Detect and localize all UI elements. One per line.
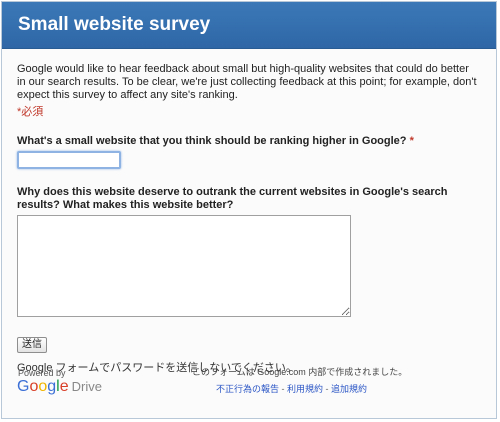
additional-terms-link[interactable]: 追加規約 [331,384,367,394]
logo-letter: g [47,378,57,395]
reason-textarea[interactable] [17,215,351,317]
question-1-label: What's a small website that you think sh… [17,135,407,147]
required-star: * [409,135,414,147]
form-body: Google would like to hear feedback about… [2,49,496,375]
link-separator: - [323,384,332,394]
logo-letter: G [17,378,30,395]
terms-link[interactable]: 利用規約 [287,384,323,394]
logo-letter: o [38,378,48,395]
required-note: *必須 [17,106,44,118]
question-1-title: What's a small website that you think sh… [17,135,480,148]
form-description: Google would like to hear feedback about… [17,63,477,101]
logo-letter: e [59,378,69,395]
report-abuse-link[interactable]: 不正行為の報告 [216,384,279,394]
logo-drive-text: Drive [71,379,102,394]
google-drive-logo[interactable]: Google Drive [17,378,102,396]
question-2-title: Why does this website deserve to outrank… [17,186,448,211]
survey-form-container: Small website survey Google would like t… [1,1,497,419]
footer-links: 不正行為の報告 - 利用規約 - 追加規約 [216,382,367,395]
page-title: Small website survey [2,2,496,49]
submit-button[interactable]: 送信 [17,337,47,353]
link-separator: - [279,384,288,394]
website-input[interactable] [17,151,121,169]
footer: Powered by Google Drive このフォームは Google.co… [2,367,496,418]
created-note: このフォームは Google.com 内部で作成されました。 [192,367,408,377]
powered-by-label: Powered by [18,368,66,378]
